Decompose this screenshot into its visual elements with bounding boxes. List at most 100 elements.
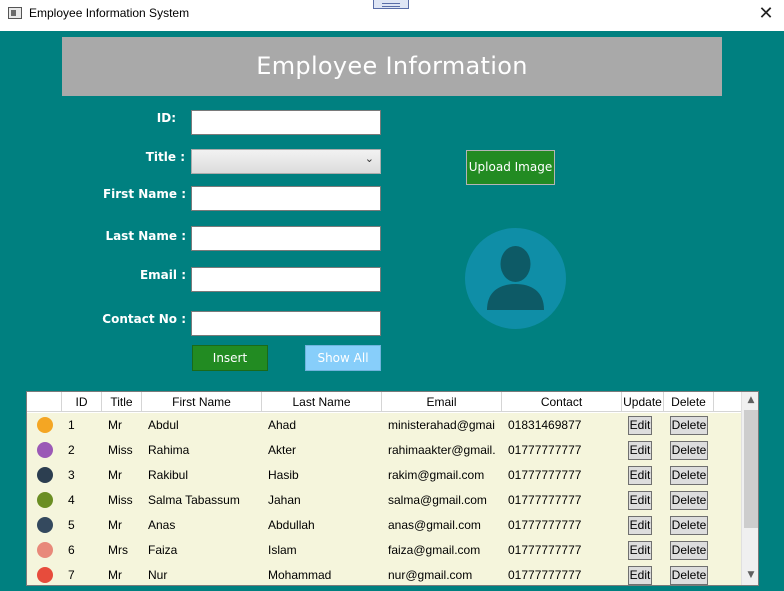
first-name-input[interactable]: [191, 186, 381, 211]
delete-row-button[interactable]: Delete: [670, 491, 708, 510]
cell-email: rahimaakter@gmail.com: [388, 443, 495, 457]
delete-row-button[interactable]: Delete: [670, 466, 708, 485]
scroll-up-icon[interactable]: ▲: [742, 392, 758, 409]
column-header-title[interactable]: Title: [102, 392, 142, 412]
cell-title: Mrs: [108, 543, 128, 557]
delete-row-button[interactable]: Delete: [670, 516, 708, 535]
scrollbar-thumb[interactable]: [744, 410, 758, 528]
row-avatar-icon: [37, 567, 53, 583]
cell-id: 5: [68, 518, 75, 532]
edit-row-button[interactable]: Edit: [628, 516, 652, 535]
cell-title: Mr: [108, 468, 122, 482]
delete-row-button[interactable]: Delete: [670, 541, 708, 560]
cell-first: Anas: [148, 518, 176, 532]
cell-last: Mohammad: [268, 568, 332, 582]
contact-input[interactable]: [191, 311, 381, 336]
last-name-input[interactable]: [191, 226, 381, 251]
window-titlebar: Employee Information System ✕: [0, 0, 784, 31]
edit-row-button[interactable]: Edit: [628, 491, 652, 510]
id-input[interactable]: [191, 110, 381, 135]
cell-id: 6: [68, 543, 75, 557]
cell-last: Hasib: [268, 468, 299, 482]
edit-row-button[interactable]: Edit: [628, 541, 652, 560]
cell-first: Salma Tabassum: [148, 493, 240, 507]
table-row[interactable]: 4 Miss Salma Tabassum Jahan salma@gmail.com 0…: [27, 488, 741, 513]
scroll-down-icon[interactable]: ▼: [742, 567, 758, 584]
cell-email: salma@gmail.com: [388, 493, 487, 507]
main-content: Employee Information ID: Title : ⌄ First…: [0, 31, 784, 591]
grid-rows: 1 Mr Abdul Ahad ministerahad@gmail.com 018314…: [27, 413, 741, 585]
cell-contact: 01777777777: [508, 568, 582, 582]
cell-contact: 01777777777: [508, 443, 582, 457]
window-title: Employee Information System: [29, 6, 190, 20]
table-row[interactable]: 7 Mr Nur Mohammad nur@gmail.com 01777777777 Ed…: [27, 563, 741, 585]
cell-contact: 01777777777: [508, 543, 582, 557]
vertical-scrollbar[interactable]: ▲ ▼: [741, 392, 758, 585]
cell-last: Abdullah: [268, 518, 315, 532]
row-avatar-icon: [37, 492, 53, 508]
contact-label: Contact No :: [102, 312, 186, 326]
row-avatar-icon: [37, 542, 53, 558]
email-label: Email :: [139, 268, 186, 282]
table-row[interactable]: 5 Mr Anas Abdullah anas@gmail.com 01777777777…: [27, 513, 741, 538]
cell-first: Faiza: [148, 543, 178, 557]
show-all-button[interactable]: Show All: [305, 345, 381, 371]
edit-row-button[interactable]: Edit: [628, 466, 652, 485]
delete-row-button[interactable]: Delete: [670, 441, 708, 460]
cell-first: Nur: [148, 568, 168, 582]
column-header-update[interactable]: Update: [622, 392, 664, 412]
cell-email: rakim@gmail.com: [388, 468, 485, 482]
edit-row-button[interactable]: Edit: [628, 566, 652, 585]
table-row[interactable]: 3 Mr Rakibul Hasib rakim@gmail.com 0177777777…: [27, 463, 741, 488]
edit-row-button[interactable]: Edit: [628, 416, 652, 435]
cell-contact: 01777777777: [508, 493, 582, 507]
employee-data-grid[interactable]: ID Title First Name Last Name Email Contact Up…: [26, 391, 759, 586]
cell-id: 3: [68, 468, 75, 482]
first-name-label: First Name :: [102, 187, 186, 201]
cell-title: Mr: [108, 568, 122, 582]
grid-header: ID Title First Name Last Name Email Contact Up…: [27, 392, 741, 412]
chevron-down-icon: ⌄: [364, 152, 374, 165]
row-avatar-icon: [37, 442, 53, 458]
column-header-first-name[interactable]: First Name: [142, 392, 262, 412]
delete-row-button[interactable]: Delete: [670, 416, 708, 435]
title-select[interactable]: ⌄: [191, 149, 381, 174]
cell-title: Mr: [108, 518, 122, 532]
cell-id: 7: [68, 568, 75, 582]
cell-last: Ahad: [268, 418, 297, 432]
column-header-last-name[interactable]: Last Name: [262, 392, 382, 412]
email-input[interactable]: [191, 267, 381, 292]
cell-email: ministerahad@gmail.com: [388, 418, 495, 432]
title-label: Title :: [145, 150, 185, 164]
upload-image-button[interactable]: Upload Image: [466, 150, 555, 185]
cell-title: Miss: [108, 493, 133, 507]
delete-row-button[interactable]: Delete: [670, 566, 708, 585]
table-row[interactable]: 6 Mrs Faiza Islam faiza@gmail.com 01777777777…: [27, 538, 741, 563]
table-row[interactable]: 1 Mr Abdul Ahad ministerahad@gmail.com 018314…: [27, 413, 741, 438]
column-header-delete[interactable]: Delete: [664, 392, 714, 412]
cell-title: Mr: [108, 418, 122, 432]
cell-contact: 01777777777: [508, 468, 582, 482]
close-window-button[interactable]: ✕: [752, 3, 780, 25]
column-header-id[interactable]: ID: [62, 392, 102, 412]
cell-email: anas@gmail.com: [388, 518, 481, 532]
column-header-email[interactable]: Email: [382, 392, 502, 412]
cell-contact: 01777777777: [508, 518, 582, 532]
table-row[interactable]: 2 Miss Rahima Akter rahimaakter@gmail.com 017…: [27, 438, 741, 463]
profile-image-placeholder: [465, 228, 566, 329]
column-header-contact[interactable]: Contact: [502, 392, 622, 412]
cell-last: Akter: [268, 443, 297, 457]
row-avatar-icon: [37, 467, 53, 483]
cell-contact: 01831469877: [508, 418, 582, 432]
column-header-avatar[interactable]: [27, 392, 62, 412]
last-name-label: Last Name :: [105, 229, 186, 243]
edit-row-button[interactable]: Edit: [628, 441, 652, 460]
insert-button[interactable]: Insert: [192, 345, 268, 371]
cell-id: 2: [68, 443, 75, 457]
cell-last: Islam: [268, 543, 297, 557]
snap-layout-handle[interactable]: [373, 0, 409, 9]
cell-title: Miss: [108, 443, 133, 457]
row-avatar-icon: [37, 417, 53, 433]
user-silhouette-icon: [487, 246, 544, 310]
row-avatar-icon: [37, 517, 53, 533]
